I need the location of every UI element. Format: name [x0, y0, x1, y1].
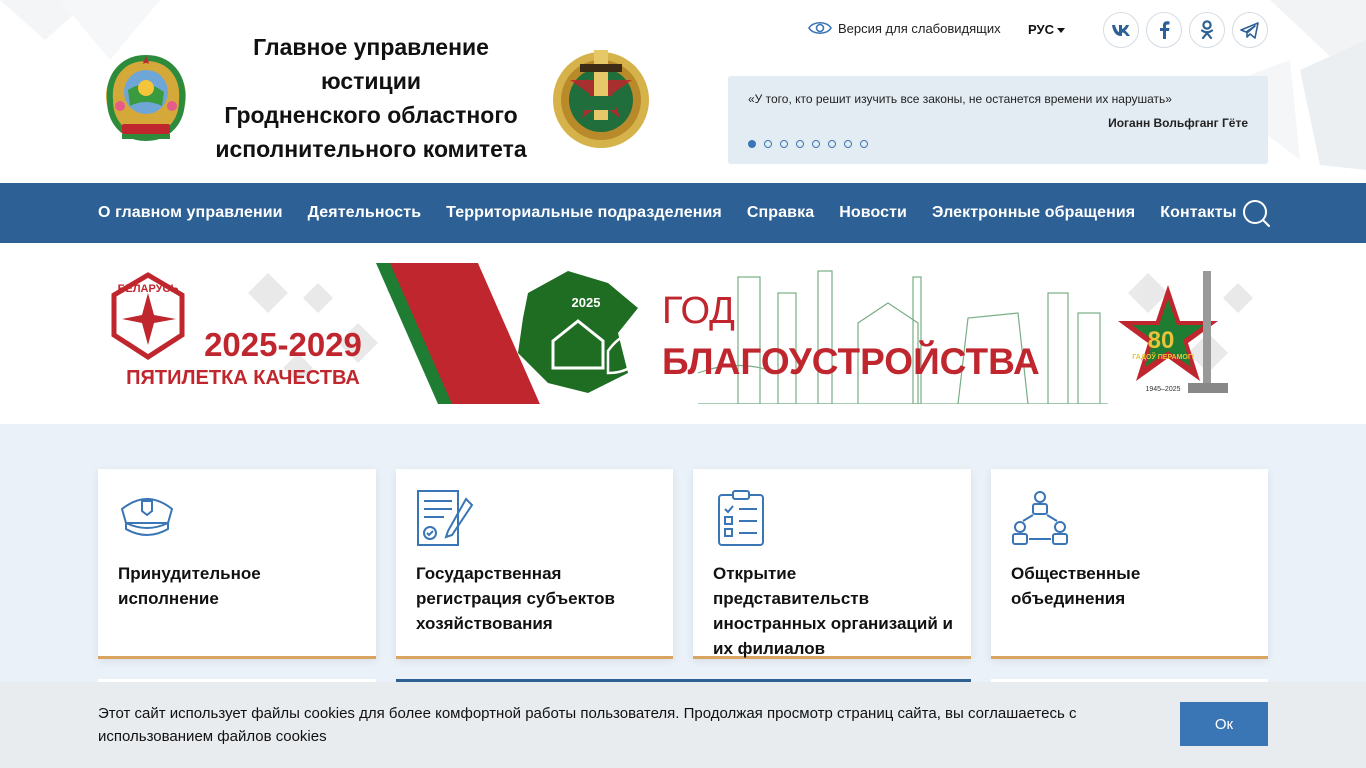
banner-graphic: БЕЛАРУСЬ 2025-2029 ПЯТИЛЕТКА КАЧЕСТВА 20… — [98, 263, 1268, 404]
top-utility-bar: Версия для слабовидящих РУС — [808, 12, 1268, 48]
slider-dots — [748, 140, 868, 148]
slider-dot[interactable] — [828, 140, 836, 148]
card-foreign-representations[interactable]: Открытие представительств иностранных ор… — [693, 469, 971, 659]
quote-author: Иоганн Вольфганг Гёте — [1108, 116, 1248, 130]
nav-item-contacts[interactable]: Контакты — [1160, 204, 1236, 222]
vk-link[interactable] — [1103, 12, 1139, 48]
facebook-link[interactable] — [1146, 12, 1182, 48]
vk-icon — [1112, 25, 1130, 36]
slider-dot[interactable] — [796, 140, 804, 148]
site-title-line: Гродненского областного — [224, 102, 518, 128]
slider-dot[interactable] — [844, 140, 852, 148]
nav-item-territorial[interactable]: Территориальные подразделения — [446, 204, 722, 222]
banner-victory-text: ГАДОЎ ПЕРАМОГІ — [1132, 352, 1194, 361]
accessibility-version-link[interactable]: Версия для слабовидящих — [808, 20, 1001, 36]
nav-item-e-appeals[interactable]: Электронные обращения — [932, 204, 1135, 222]
slider-dot[interactable] — [812, 140, 820, 148]
nav-item-news[interactable]: Новости — [839, 204, 907, 222]
slider-dot[interactable] — [780, 140, 788, 148]
card-public-associations[interactable]: Общественные объединения — [991, 469, 1268, 659]
search-icon[interactable] — [1242, 199, 1270, 227]
banner-blago-text: БЛАГОУСТРОЙСТВА — [662, 340, 1040, 382]
nav-item-reference[interactable]: Справка — [747, 204, 814, 222]
chevron-down-icon — [1056, 28, 1065, 34]
banner-belarus-text: БЕЛАРУСЬ — [118, 283, 179, 295]
nav-item-about[interactable]: О главном управлении — [98, 204, 283, 222]
cookie-banner: Этот сайт использует файлы cookies для б… — [0, 682, 1366, 768]
social-links — [1103, 12, 1268, 48]
belarus-emblem-icon — [106, 54, 186, 142]
checklist-icon — [718, 490, 764, 546]
quote-slider: «У того, кто решит изучить все законы, н… — [728, 76, 1268, 164]
nav-item-activity[interactable]: Деятельность — [308, 204, 422, 222]
banner-victory-80: 80 — [1148, 327, 1175, 354]
card-title: Открытие представительств иностранных ор… — [713, 564, 953, 658]
site-title-line: юстиции — [321, 68, 421, 94]
year-banner[interactable]: БЕЛАРУСЬ 2025-2029 ПЯТИЛЕТКА КАЧЕСТВА 20… — [98, 263, 1268, 404]
nav-menu: О главном управлении Деятельность Террит… — [98, 183, 1236, 243]
organization-icon — [1012, 491, 1068, 545]
card-title: Государственная регистрация субъектов хо… — [416, 564, 616, 633]
cookie-text: Этот сайт использует файлы cookies для б… — [98, 705, 1077, 745]
odnoklassniki-icon — [1200, 20, 1214, 40]
site-title-line: исполнительного комитета — [215, 136, 527, 162]
slider-dot[interactable] — [860, 140, 868, 148]
slider-dot[interactable] — [764, 140, 772, 148]
banner-map-year: 2025 — [572, 295, 601, 310]
site-title: Главное управление юстиции Гродненского … — [205, 30, 537, 166]
facebook-icon — [1160, 21, 1170, 39]
police-cap-icon — [120, 498, 174, 536]
odnoklassniki-link[interactable] — [1189, 12, 1225, 48]
banner-god-text: ГОД — [662, 290, 735, 332]
telegram-icon — [1240, 21, 1259, 39]
slider-dot[interactable] — [748, 140, 756, 148]
main-navigation: О главном управлении Деятельность Террит… — [0, 183, 1366, 243]
ministry-badge-icon — [553, 50, 649, 148]
telegram-link[interactable] — [1232, 12, 1268, 48]
document-signing-icon — [417, 490, 474, 546]
eye-icon — [808, 21, 832, 35]
banner-victory-years: 1945–2025 — [1145, 386, 1180, 393]
language-label: РУС — [1028, 22, 1054, 37]
accessibility-label: Версия для слабовидящих — [838, 20, 1001, 36]
banner-section: БЕЛАРУСЬ 2025-2029 ПЯТИЛЕТКА КАЧЕСТВА 20… — [0, 243, 1366, 424]
cookie-ok-button[interactable]: Ок — [1180, 702, 1268, 746]
card-title: Общественные объединения — [1011, 564, 1141, 608]
language-selector[interactable]: РУС — [1028, 22, 1065, 37]
banner-years-text: 2025-2029 — [204, 326, 362, 363]
quote-text: «У того, кто решит изучить все законы, н… — [748, 92, 1172, 106]
site-title-line: Главное управление — [253, 34, 489, 60]
card-title: Принудительное исполнение — [118, 564, 261, 608]
card-state-registration[interactable]: Государственная регистрация субъектов хо… — [396, 469, 673, 659]
card-enforcement[interactable]: Принудительное исполнение — [98, 469, 376, 659]
banner-quality-text: ПЯТИЛЕТКА КАЧЕСТВА — [126, 367, 360, 389]
site-header: Главное управление юстиции Гродненского … — [0, 0, 1366, 183]
